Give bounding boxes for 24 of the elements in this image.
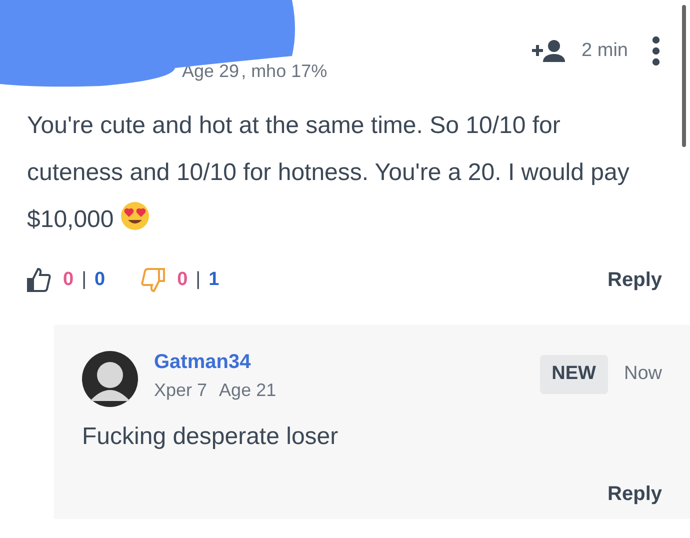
reply-link[interactable]: Reply [608, 265, 662, 295]
male-vote-count: 1 [208, 268, 220, 292]
new-badge: NEW [540, 355, 608, 394]
comment-text: You're cute and hot at the same time. So 10/10 for cuteness and 10/10 for hotness. You're a 20. I would pay $10,000 [26, 111, 630, 235]
username[interactable]: Gatman34 [154, 347, 276, 377]
mho-stat: , mho 17% [241, 60, 328, 83]
vote-separator: | [196, 268, 201, 292]
reply-link[interactable]: Reply [608, 479, 662, 509]
thumbs-down-icon[interactable] [141, 267, 166, 293]
avatar [82, 351, 138, 407]
female-vote-count: 0 [177, 268, 188, 292]
thumbs-up-icon[interactable] [27, 267, 51, 293]
heart-eyes-emoji-icon [120, 201, 150, 231]
vote-separator: | [82, 268, 87, 292]
user-age: Age 21 [219, 379, 276, 402]
user-age: Age 29 [182, 60, 240, 83]
reply-text: Fucking desperate loser [82, 422, 340, 452]
male-vote-count: 0 [94, 268, 106, 292]
add-user-icon[interactable] [532, 39, 566, 63]
timestamp: 2 min [582, 38, 628, 63]
more-options-icon[interactable] [652, 36, 660, 66]
xper-level: Xper 7 [154, 379, 208, 402]
timestamp: Now [624, 362, 662, 386]
female-vote-count: 0 [63, 268, 74, 292]
